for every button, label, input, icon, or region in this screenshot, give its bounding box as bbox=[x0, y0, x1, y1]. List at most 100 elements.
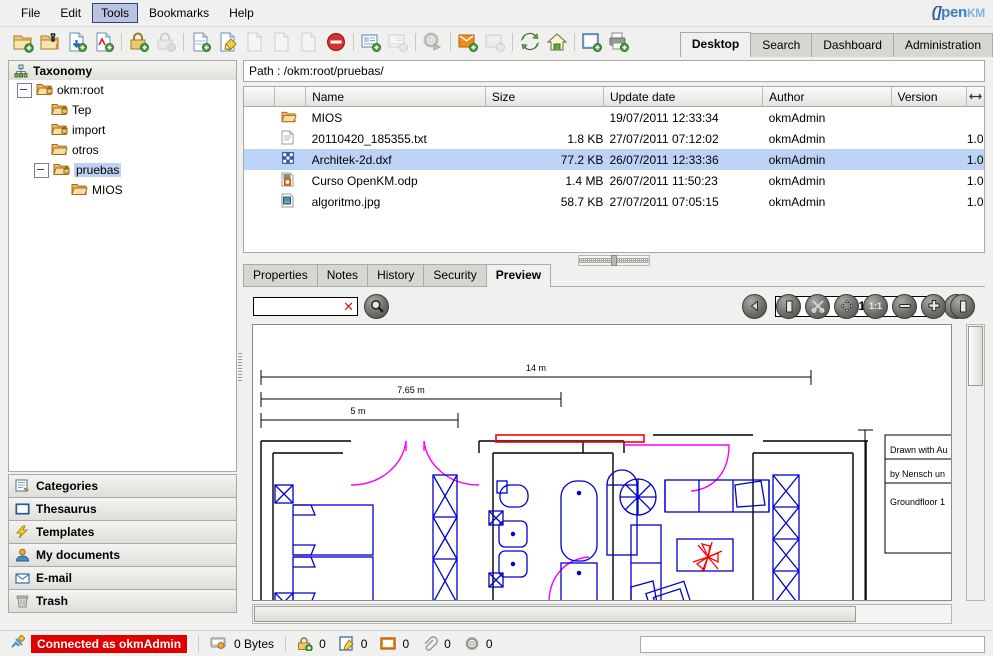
tab-administration[interactable]: Administration bbox=[892, 33, 993, 57]
sidebar-item-templates[interactable]: Templates bbox=[8, 520, 237, 544]
file-name: 20110420_185355.txt bbox=[311, 131, 427, 146]
home-icon[interactable] bbox=[546, 31, 568, 53]
expander-toggle[interactable] bbox=[17, 82, 32, 98]
table-row[interactable]: 20110420_185355.txt 1.8 KB 27/07/2011 07… bbox=[244, 128, 984, 149]
menu-item-help[interactable]: Help bbox=[220, 3, 263, 23]
tab-desktop[interactable]: Desktop bbox=[679, 32, 752, 57]
tab-preview[interactable]: Preview bbox=[485, 264, 552, 287]
add-mail-icon[interactable] bbox=[457, 31, 479, 53]
tree-node-otros[interactable]: otros bbox=[9, 140, 236, 160]
file-size: 1.4 MB bbox=[565, 173, 604, 188]
table-row[interactable]: Curso OpenKM.odp 1.4 MB 26/07/2011 11:50… bbox=[244, 170, 984, 191]
table-row[interactable]: Architek-2d.dxf 77.2 KB 26/07/2011 12:33… bbox=[244, 149, 984, 170]
tree-node-import[interactable]: import bbox=[9, 120, 236, 140]
vertical-splitter[interactable] bbox=[236, 346, 243, 386]
tree-label: Tep bbox=[72, 103, 92, 117]
move-document-icon bbox=[298, 31, 320, 53]
zoom-ratio-label: 1:1 bbox=[868, 301, 882, 311]
edit-document-icon[interactable] bbox=[217, 31, 239, 53]
tree-label: okm:root bbox=[57, 83, 104, 97]
table-row[interactable]: algoritmo.jpg 58.7 KB 27/07/2011 07:05:1… bbox=[244, 191, 984, 212]
column-header-name[interactable]: Name bbox=[305, 87, 486, 107]
tree-node-tep[interactable]: Tep bbox=[9, 100, 236, 120]
fit-width-button[interactable] bbox=[950, 293, 975, 319]
clear-icon[interactable]: ✕ bbox=[343, 300, 354, 313]
table-header-row: Name Size Update date Author Version bbox=[244, 87, 984, 107]
download-document-icon[interactable] bbox=[66, 31, 88, 53]
file-version: 1.0 bbox=[966, 173, 984, 188]
column-header-blank2[interactable] bbox=[274, 87, 307, 107]
find-folder-icon[interactable] bbox=[39, 31, 61, 53]
column-header-blank1[interactable] bbox=[244, 87, 276, 107]
status-text-field[interactable] bbox=[640, 636, 985, 653]
sidebar-item-my-documents[interactable]: My documents bbox=[8, 543, 237, 567]
menu-item-bookmarks[interactable]: Bookmarks bbox=[140, 3, 218, 23]
tree-node-mios[interactable]: MIOS bbox=[9, 180, 236, 200]
tab-history[interactable]: History bbox=[367, 264, 425, 286]
tab-search[interactable]: Search bbox=[750, 33, 813, 57]
file-size: 58.7 KB bbox=[560, 194, 604, 209]
zoom-in-button[interactable] bbox=[921, 293, 946, 319]
file-size bbox=[485, 107, 603, 129]
sidebar-item-email[interactable]: E-mail bbox=[8, 566, 237, 590]
tree-node-okm-root[interactable]: okm:root bbox=[9, 80, 236, 100]
scrollbar-thumb[interactable] bbox=[254, 606, 857, 622]
status-separator bbox=[285, 635, 287, 652]
pan-tool-button[interactable] bbox=[834, 293, 859, 319]
search-button[interactable] bbox=[364, 293, 389, 319]
tree-node-pruebas[interactable]: pruebas bbox=[9, 160, 236, 180]
sidebar-item-thesaurus[interactable]: Thesaurus bbox=[8, 497, 237, 521]
vertical-scrollbar[interactable] bbox=[966, 324, 985, 601]
taxonomy-header[interactable]: Taxonomy bbox=[8, 60, 237, 82]
menu-item-file[interactable]: File bbox=[12, 3, 49, 23]
zoom-out-button[interactable] bbox=[892, 293, 917, 319]
dxf-preview-canvas[interactable]: 14 m 7.65 m 5 m Drawn with Au by Nensch … bbox=[252, 324, 952, 601]
preview-toolbar: ✕ 1 / 1 bbox=[243, 287, 985, 325]
column-header-size[interactable]: Size bbox=[485, 87, 604, 107]
column-header-author[interactable]: Author bbox=[762, 87, 892, 107]
file-author: okmAdmin bbox=[768, 131, 826, 146]
file-author: okmAdmin bbox=[768, 194, 826, 209]
print-icon[interactable] bbox=[608, 31, 630, 53]
file-list[interactable]: Name Size Update date Author Version MIO… bbox=[243, 86, 985, 253]
toolbar-separator bbox=[415, 33, 416, 51]
cancel-icon[interactable] bbox=[325, 31, 347, 53]
dimension-label-1: 14 m bbox=[526, 363, 546, 373]
search-input[interactable]: ✕ bbox=[253, 296, 358, 316]
previous-page-button[interactable] bbox=[742, 293, 767, 319]
title-block-line-2: by Nensch un bbox=[890, 469, 945, 479]
tab-notes[interactable]: Notes bbox=[316, 264, 369, 286]
add-document-icon[interactable] bbox=[190, 31, 212, 53]
create-folder-icon[interactable] bbox=[12, 31, 34, 53]
fit-page-button[interactable] bbox=[776, 293, 801, 319]
folder-open-lock-icon bbox=[36, 82, 53, 99]
refresh-icon[interactable] bbox=[519, 31, 541, 53]
sidebar-item-categories[interactable]: Categories bbox=[8, 474, 237, 498]
scrollbar-thumb[interactable] bbox=[968, 326, 983, 386]
title-block-line-1: Drawn with Au bbox=[890, 445, 948, 455]
menu-item-edit[interactable]: Edit bbox=[51, 3, 90, 23]
file-version: 1.0 bbox=[891, 149, 984, 170]
taxonomy-tree[interactable]: okm:root Tep import otros pruebas MIOS bbox=[8, 80, 237, 472]
table-row[interactable]: MIOS 19/07/2011 12:33:34 okmAdmin bbox=[244, 107, 984, 129]
menu-item-tools[interactable]: Tools bbox=[92, 3, 139, 23]
tab-security[interactable]: Security bbox=[423, 264, 487, 286]
tab-dashboard[interactable]: Dashboard bbox=[811, 33, 894, 57]
add-bookmark-icon[interactable] bbox=[581, 31, 603, 53]
checkout-icon[interactable] bbox=[128, 31, 150, 53]
file-size: 77.2 KB bbox=[485, 149, 604, 170]
column-resize-grip[interactable] bbox=[966, 87, 984, 107]
breadcrumb: Path : /okm:root/pruebas/ bbox=[243, 60, 985, 82]
expander-toggle[interactable] bbox=[34, 162, 49, 178]
select-tool-button[interactable] bbox=[805, 293, 830, 319]
sidebar-item-trash[interactable]: Trash bbox=[8, 589, 237, 613]
download-pdf-icon[interactable] bbox=[93, 31, 115, 53]
actual-size-button[interactable]: 1:1 bbox=[863, 293, 888, 319]
horizontal-scrollbar[interactable] bbox=[252, 604, 952, 624]
column-header-update-date[interactable]: Update date bbox=[603, 87, 764, 107]
checkout-counter: 0 bbox=[297, 636, 326, 651]
toolbar-separator bbox=[121, 33, 122, 51]
tab-properties[interactable]: Properties bbox=[243, 264, 318, 286]
add-note-icon[interactable] bbox=[360, 31, 382, 53]
toolbar-separator bbox=[183, 33, 184, 51]
